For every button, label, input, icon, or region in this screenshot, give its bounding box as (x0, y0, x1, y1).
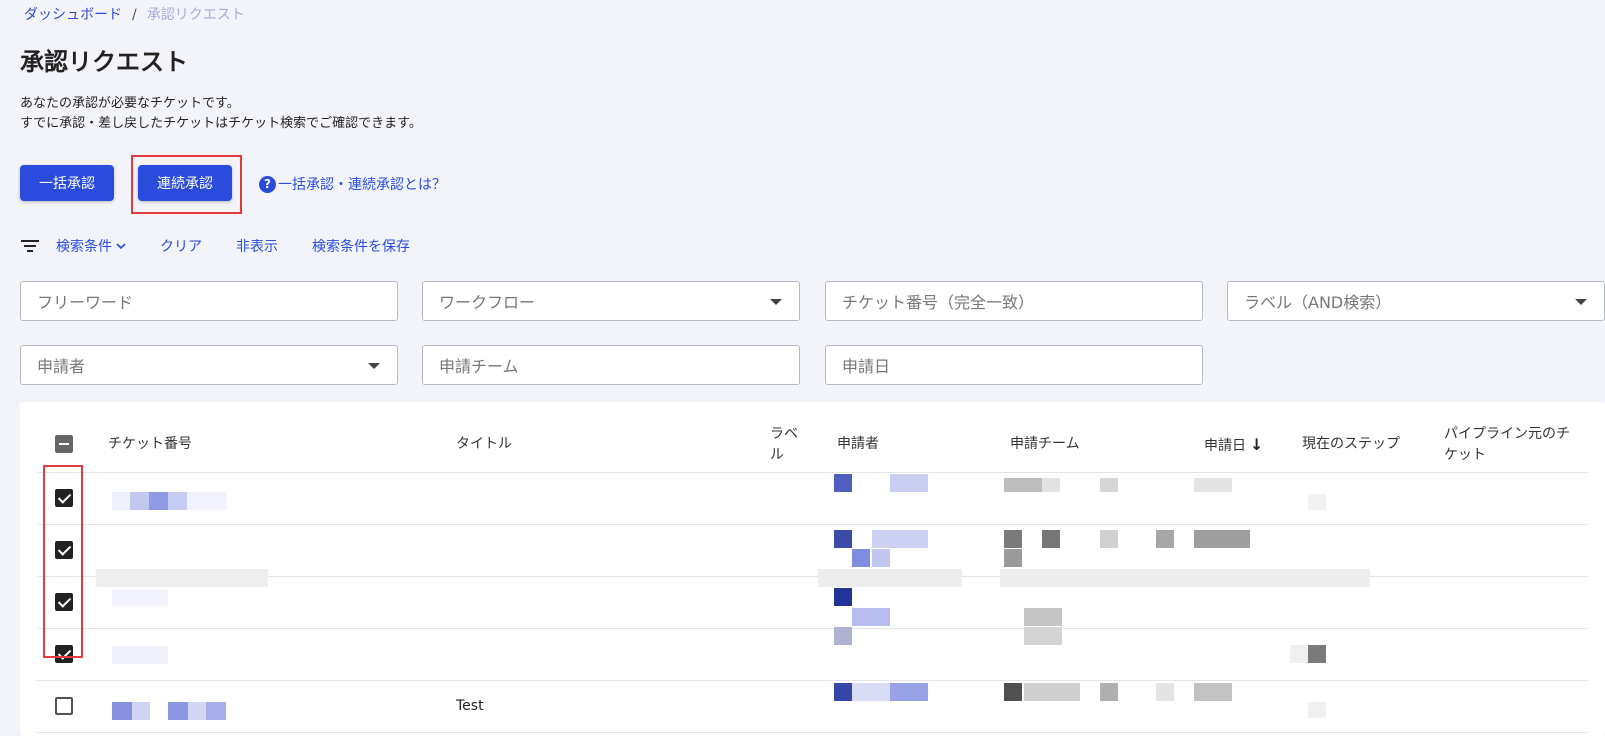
column-header-team[interactable]: 申請チーム (1010, 434, 1080, 455)
select-all-checkbox[interactable] (55, 435, 73, 453)
chevron-down-icon (116, 243, 126, 250)
applied-date-input[interactable]: 申請日 (825, 345, 1203, 385)
column-header-pipeline-line1: パイプライン元のチ (1444, 426, 1570, 442)
applicant-team-input[interactable]: 申請チーム (422, 345, 800, 385)
column-header-pipeline[interactable]: パイプライン元のチ ケット (1444, 424, 1570, 466)
row-divider (36, 628, 1588, 629)
breadcrumb: ダッシュボード / 承認リクエスト (24, 4, 245, 24)
breadcrumb-dashboard-link[interactable]: ダッシュボード (24, 7, 122, 23)
column-header-label-line1: ラベ (770, 426, 798, 442)
clear-filters-link[interactable]: クリア (160, 236, 202, 256)
column-header-label[interactable]: ラベ ル (770, 424, 798, 466)
column-header-current-step[interactable]: 現在のステップ (1302, 434, 1400, 455)
column-header-title[interactable]: タイトル (456, 434, 512, 455)
description-line-2: すでに承認・差し戻したチケットはチケット検索でご確認できます。 (20, 116, 422, 131)
column-header-label-line2: ル (770, 447, 784, 463)
column-header-pipeline-line2: ケット (1444, 447, 1486, 463)
row-divider (36, 680, 1588, 681)
applicant-select[interactable]: 申請者 (20, 345, 398, 385)
page-title: 承認リクエスト (20, 48, 188, 76)
filter-list-icon[interactable] (20, 238, 42, 254)
breadcrumb-current: 承認リクエスト (146, 7, 245, 23)
help-link[interactable]: ? 一括承認・連続承認とは？ (259, 174, 446, 194)
column-header-applicant[interactable]: 申請者 (837, 434, 879, 455)
row-divider (36, 472, 1588, 473)
workflow-select-placeholder: ワークフロー (439, 293, 536, 312)
row-checkbox[interactable] (55, 697, 73, 715)
sequential-approve-button[interactable]: 連続承認 (138, 165, 232, 201)
row-checkbox[interactable] (55, 541, 73, 559)
row-checkbox[interactable] (55, 593, 73, 611)
row-checkbox[interactable] (55, 489, 73, 507)
row-checkbox[interactable] (55, 645, 73, 663)
applicant-select-placeholder: 申請者 (37, 357, 86, 376)
search-conditions-label: 検索条件 (56, 239, 112, 255)
page-description: あなたの承認が必要なチケットです。 すでに承認・差し戻したチケットはチケット検索… (20, 94, 422, 134)
ticket-number-input[interactable]: チケット番号（完全一致） (825, 281, 1203, 321)
dropdown-arrow-icon (1575, 299, 1587, 305)
filter-bar: 検索条件 クリア 非表示 検索条件を保存 (20, 236, 444, 256)
row-title-cell: Test (456, 698, 484, 714)
bulk-approve-button[interactable]: 一括承認 (20, 165, 114, 201)
description-line-1: あなたの承認が必要なチケットです。 (20, 96, 240, 111)
column-header-date[interactable]: 申請日 ↓ (1204, 434, 1263, 457)
search-conditions-toggle[interactable]: 検索条件 (56, 236, 126, 256)
save-filters-link[interactable]: 検索条件を保存 (312, 236, 410, 256)
dropdown-arrow-icon (368, 363, 380, 369)
row-divider (36, 732, 1588, 733)
label-select-placeholder: ラベル（AND検索） (1244, 293, 1392, 312)
hide-filters-link[interactable]: 非表示 (236, 236, 278, 256)
column-header-ticket-number[interactable]: チケット番号 (108, 434, 192, 455)
freeword-input[interactable]: フリーワード (20, 281, 398, 321)
help-link-label: 一括承認・連続承認とは？ (278, 177, 446, 193)
help-question-icon: ? (259, 175, 276, 193)
breadcrumb-separator: / (132, 7, 137, 23)
sort-descending-icon: ↓ (1250, 435, 1264, 454)
column-header-date-label: 申請日 (1204, 438, 1246, 454)
dropdown-arrow-icon (770, 299, 782, 305)
workflow-select[interactable]: ワークフロー (422, 281, 800, 321)
label-select[interactable]: ラベル（AND検索） (1227, 281, 1605, 321)
row-divider (36, 524, 1588, 525)
